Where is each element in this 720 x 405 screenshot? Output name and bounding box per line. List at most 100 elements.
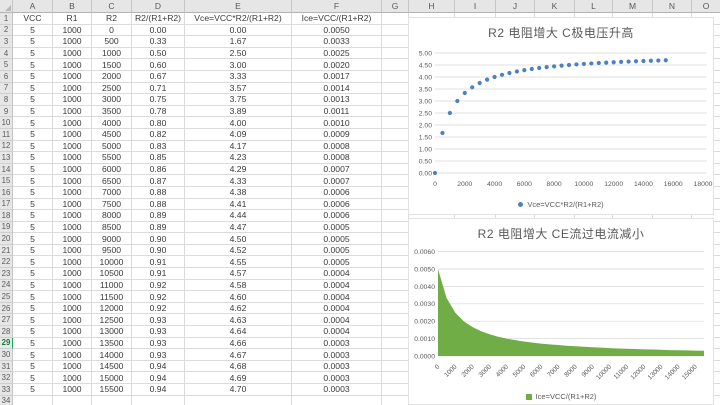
row-header-11[interactable]: 11 <box>0 129 13 141</box>
cell-E7[interactable]: 3.57 <box>185 83 292 95</box>
cell-B34[interactable] <box>53 396 92 405</box>
cell-C15[interactable]: 6500 <box>92 175 132 187</box>
cell-G34[interactable] <box>382 396 409 405</box>
row-header-28[interactable]: 28 <box>0 326 13 338</box>
cell-A28[interactable]: 5 <box>13 326 53 338</box>
cell-D14[interactable]: 0.86 <box>132 164 185 176</box>
cell-A22[interactable]: 5 <box>13 256 53 268</box>
cell-G24[interactable] <box>382 280 409 292</box>
cell-D3[interactable]: 0.33 <box>132 36 185 48</box>
row-header-34[interactable]: 34 <box>0 396 13 405</box>
cell-A4[interactable]: 5 <box>13 48 53 60</box>
cell-B30[interactable]: 1000 <box>53 349 92 361</box>
cell-B29[interactable]: 1000 <box>53 338 92 350</box>
col-header-J[interactable]: J <box>496 0 535 13</box>
cell-E10[interactable]: 4.00 <box>185 117 292 129</box>
cell-B32[interactable]: 1000 <box>53 372 92 384</box>
row-header-18[interactable]: 18 <box>0 210 13 222</box>
cell-A20[interactable]: 5 <box>13 233 53 245</box>
cell-D11[interactable]: 0.82 <box>132 129 185 141</box>
cell-A19[interactable]: 5 <box>13 222 53 234</box>
cell-F24[interactable]: 0.0004 <box>292 280 382 292</box>
cell-E19[interactable]: 4.47 <box>185 222 292 234</box>
cell-C33[interactable]: 15500 <box>92 384 132 396</box>
cell-F7[interactable]: 0.0014 <box>292 83 382 95</box>
row-header-25[interactable]: 25 <box>0 291 13 303</box>
cell-G28[interactable] <box>382 326 409 338</box>
cell-A21[interactable]: 5 <box>13 245 53 257</box>
cell-D30[interactable]: 0.93 <box>132 349 185 361</box>
row-header-10[interactable]: 10 <box>0 117 13 129</box>
cell-D21[interactable]: 0.90 <box>132 245 185 257</box>
cell-G18[interactable] <box>382 210 409 222</box>
col-header-C[interactable]: C <box>92 0 132 13</box>
cell-E17[interactable]: 4.41 <box>185 199 292 211</box>
cell-E21[interactable]: 4.52 <box>185 245 292 257</box>
cell-B10[interactable]: 1000 <box>53 117 92 129</box>
cell-F20[interactable]: 0.0005 <box>292 233 382 245</box>
cell-F5[interactable]: 0.0020 <box>292 59 382 71</box>
cell-B14[interactable]: 1000 <box>53 164 92 176</box>
cell-A9[interactable]: 5 <box>13 106 53 118</box>
cell-D9[interactable]: 0.78 <box>132 106 185 118</box>
cell-E11[interactable]: 4.09 <box>185 129 292 141</box>
cell-D26[interactable]: 0.92 <box>132 303 185 315</box>
cell-D13[interactable]: 0.85 <box>132 152 185 164</box>
cell-B19[interactable]: 1000 <box>53 222 92 234</box>
row-header-1[interactable]: 1 <box>0 13 13 25</box>
cell-A5[interactable]: 5 <box>13 59 53 71</box>
col-header-F[interactable]: F <box>292 0 382 13</box>
cell-C27[interactable]: 12500 <box>92 314 132 326</box>
cell-G9[interactable] <box>382 106 409 118</box>
cell-E24[interactable]: 4.58 <box>185 280 292 292</box>
cell-B6[interactable]: 1000 <box>53 71 92 83</box>
col-header-I[interactable]: I <box>455 0 496 13</box>
cell-A17[interactable]: 5 <box>13 199 53 211</box>
row-header-5[interactable]: 5 <box>0 59 13 71</box>
cell-B3[interactable]: 1000 <box>53 36 92 48</box>
cell-B12[interactable]: 1000 <box>53 141 92 153</box>
scatter-chart-vce[interactable]: R2 电阻增大 C极电压升高 0.000.501.001.502.002.503… <box>408 17 714 215</box>
cell-C22[interactable]: 10000 <box>92 256 132 268</box>
cell-F28[interactable]: 0.0004 <box>292 326 382 338</box>
cell-B22[interactable]: 1000 <box>53 256 92 268</box>
cell-E30[interactable]: 4.67 <box>185 349 292 361</box>
cell-B26[interactable]: 1000 <box>53 303 92 315</box>
cell-B31[interactable]: 1000 <box>53 361 92 373</box>
cell-A2[interactable]: 5 <box>13 25 53 37</box>
cell-G22[interactable] <box>382 256 409 268</box>
cell-C1[interactable]: R2 <box>92 13 132 25</box>
cell-E16[interactable]: 4.38 <box>185 187 292 199</box>
cell-D23[interactable]: 0.91 <box>132 268 185 280</box>
cell-D16[interactable]: 0.88 <box>132 187 185 199</box>
cell-F26[interactable]: 0.0004 <box>292 303 382 315</box>
row-header-29[interactable]: 29 <box>0 338 13 350</box>
row-header-8[interactable]: 8 <box>0 94 13 106</box>
cell-E34[interactable] <box>185 396 292 405</box>
cell-D1[interactable]: R2/(R1+R2) <box>132 13 185 25</box>
col-header-M[interactable]: M <box>613 0 653 13</box>
cell-B8[interactable]: 1000 <box>53 94 92 106</box>
cell-F3[interactable]: 0.0033 <box>292 36 382 48</box>
cell-D6[interactable]: 0.67 <box>132 71 185 83</box>
cell-D19[interactable]: 0.89 <box>132 222 185 234</box>
cell-E23[interactable]: 4.57 <box>185 268 292 280</box>
cell-A18[interactable]: 5 <box>13 210 53 222</box>
cell-B11[interactable]: 1000 <box>53 129 92 141</box>
cell-D2[interactable]: 0.00 <box>132 25 185 37</box>
select-all-corner[interactable] <box>0 0 13 13</box>
cell-C10[interactable]: 4000 <box>92 117 132 129</box>
cell-G19[interactable] <box>382 222 409 234</box>
col-header-G[interactable]: G <box>382 0 409 13</box>
cell-C21[interactable]: 9500 <box>92 245 132 257</box>
cell-A34[interactable] <box>13 396 53 405</box>
cell-F25[interactable]: 0.0004 <box>292 291 382 303</box>
cell-C5[interactable]: 1500 <box>92 59 132 71</box>
cell-C7[interactable]: 2500 <box>92 83 132 95</box>
cell-D5[interactable]: 0.60 <box>132 59 185 71</box>
cell-E1[interactable]: Vce=VCC*R2/(R1+R2) <box>185 13 292 25</box>
cell-C16[interactable]: 7000 <box>92 187 132 199</box>
cell-A27[interactable]: 5 <box>13 314 53 326</box>
cell-B27[interactable]: 1000 <box>53 314 92 326</box>
area-chart-ice[interactable]: R2 电阻增大 CE流过电流减小 0.00000.00100.00200.003… <box>408 218 714 405</box>
